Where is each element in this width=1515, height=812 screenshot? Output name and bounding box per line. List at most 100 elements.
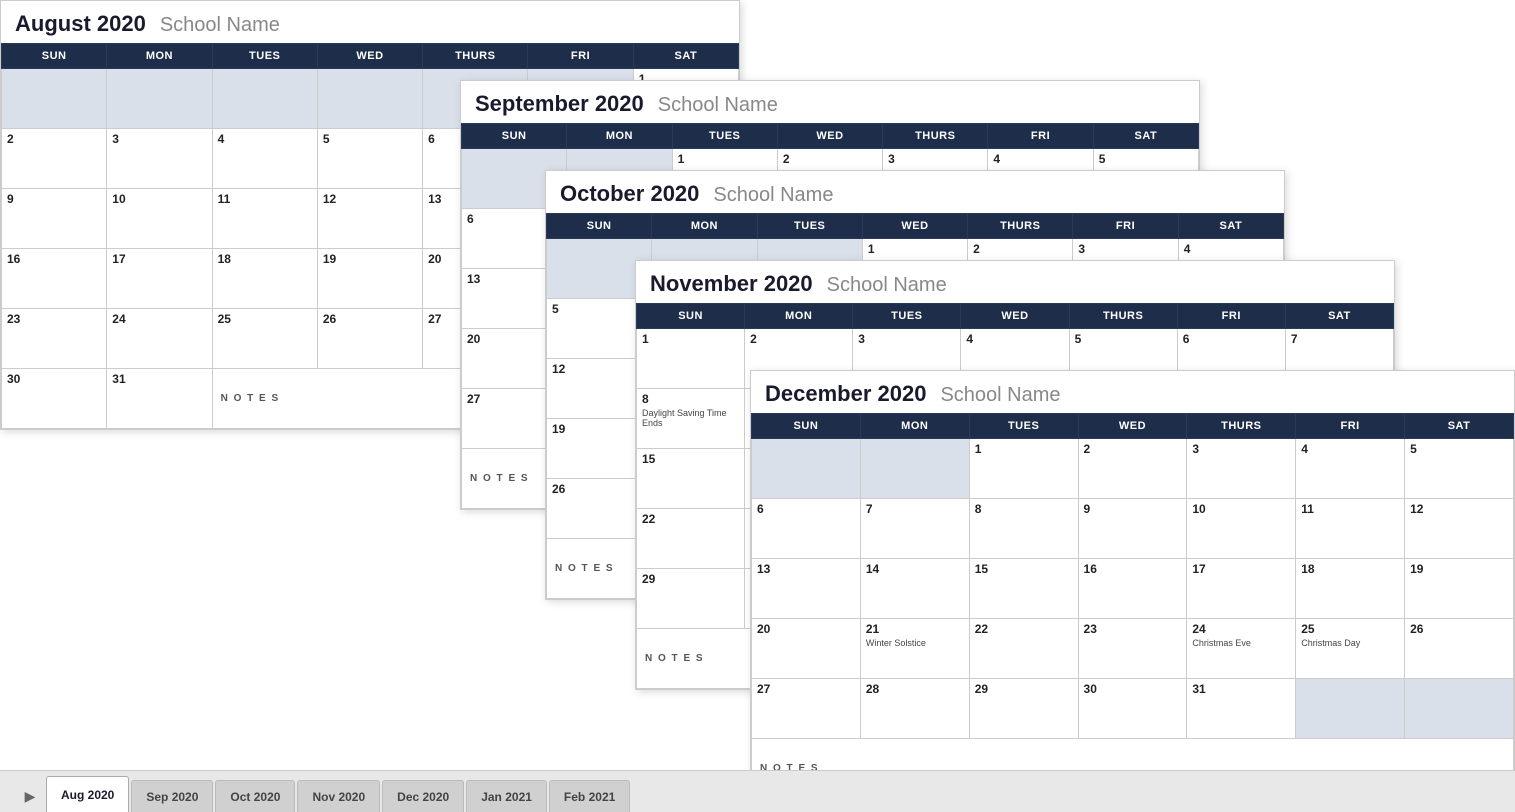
day-header: FRI bbox=[528, 44, 633, 69]
day-header: THURS bbox=[1187, 414, 1296, 439]
calendar-cell: 10 bbox=[107, 189, 212, 249]
day-header: FRI bbox=[988, 124, 1093, 149]
tab-jan2021[interactable]: Jan 2021 bbox=[466, 780, 547, 812]
tab-feb2021[interactable]: Feb 2021 bbox=[549, 780, 630, 812]
calendar-cell: 3 bbox=[1187, 439, 1296, 499]
tab-oct2020[interactable]: Oct 2020 bbox=[215, 780, 295, 812]
calendar-cell: 29 bbox=[637, 569, 745, 629]
calendar-september-title: September 2020 bbox=[475, 91, 644, 117]
calendar-cell: 21Winter Solstice bbox=[860, 619, 969, 679]
day-header: MON bbox=[652, 214, 757, 239]
calendar-cell: 27 bbox=[752, 679, 861, 739]
calendar-cell bbox=[317, 69, 422, 129]
tab-sep2020[interactable]: Sep 2020 bbox=[131, 780, 213, 812]
day-header: MON bbox=[745, 304, 853, 329]
calendar-cell: 25Christmas Day bbox=[1296, 619, 1405, 679]
calendar-cell: 17 bbox=[107, 249, 212, 309]
calendar-cell: 8Daylight Saving Time Ends bbox=[637, 389, 745, 449]
day-header: SUN bbox=[462, 124, 567, 149]
calendar-cell: 23 bbox=[1078, 619, 1187, 679]
day-header: WED bbox=[862, 214, 967, 239]
day-header: TUES bbox=[853, 304, 961, 329]
day-header: SUN bbox=[547, 214, 652, 239]
calendar-cell: 23 bbox=[2, 309, 107, 369]
calendar-cell: 12 bbox=[317, 189, 422, 249]
tab-bar: ▶ Aug 2020Sep 2020Oct 2020Nov 2020Dec 20… bbox=[0, 770, 1515, 812]
calendar-october-school: School Name bbox=[713, 184, 833, 207]
calendar-december-title: December 2020 bbox=[765, 381, 926, 407]
calendar-cell: 5 bbox=[317, 129, 422, 189]
day-header: THURS bbox=[423, 44, 528, 69]
calendar-cell: 31 bbox=[107, 369, 212, 429]
calendar-october-title: October 2020 bbox=[560, 181, 699, 207]
calendar-cell: 15 bbox=[969, 559, 1078, 619]
calendar-cell: 7 bbox=[860, 499, 969, 559]
calendar-cell: 18 bbox=[1296, 559, 1405, 619]
calendar-cell: 1 bbox=[969, 439, 1078, 499]
calendar-december: December 2020School NameSUNMONTUESWEDTHU… bbox=[750, 370, 1515, 770]
day-header: WED bbox=[777, 124, 882, 149]
calendar-november-school: School Name bbox=[827, 274, 947, 297]
calendar-september-school: School Name bbox=[658, 94, 778, 117]
calendar-cell: 2 bbox=[1078, 439, 1187, 499]
calendar-cell: 16 bbox=[1078, 559, 1187, 619]
calendar-august-title: August 2020 bbox=[15, 11, 146, 37]
event-label: Christmas Eve bbox=[1192, 638, 1290, 648]
calendar-cell: 14 bbox=[860, 559, 969, 619]
day-header: MON bbox=[860, 414, 969, 439]
day-header: THURS bbox=[1069, 304, 1177, 329]
calendar-november-title: November 2020 bbox=[650, 271, 813, 297]
tab-nov2020[interactable]: Nov 2020 bbox=[297, 780, 380, 812]
calendar-cell: 12 bbox=[1405, 499, 1514, 559]
calendar-cell: N O T E S bbox=[752, 739, 1514, 771]
day-header: TUES bbox=[757, 214, 862, 239]
day-header: SUN bbox=[752, 414, 861, 439]
calendar-cell: 19 bbox=[1405, 559, 1514, 619]
tab-prev-arrow[interactable]: ▶ bbox=[20, 780, 40, 812]
day-header: MON bbox=[107, 44, 212, 69]
day-header: FRI bbox=[1177, 304, 1285, 329]
calendar-cell: 22 bbox=[969, 619, 1078, 679]
calendar-cell bbox=[1405, 679, 1514, 739]
day-header: FRI bbox=[1296, 414, 1405, 439]
main-area: August 2020School NameSUNMONTUESWEDTHURS… bbox=[0, 0, 1515, 770]
calendar-cell bbox=[860, 439, 969, 499]
calendar-cell: 15 bbox=[637, 449, 745, 509]
calendar-cell: 28 bbox=[860, 679, 969, 739]
day-header: SAT bbox=[1178, 214, 1283, 239]
calendar-cell bbox=[107, 69, 212, 129]
calendar-cell bbox=[1296, 679, 1405, 739]
calendar-cell: 1 bbox=[637, 329, 745, 389]
day-header: MON bbox=[567, 124, 672, 149]
calendar-cell: 3 bbox=[107, 129, 212, 189]
day-header: SAT bbox=[1285, 304, 1393, 329]
calendar-cell: 10 bbox=[1187, 499, 1296, 559]
calendar-december-table: SUNMONTUESWEDTHURSFRISAT1234567891011121… bbox=[751, 413, 1514, 770]
calendar-cell: 5 bbox=[1405, 439, 1514, 499]
tab-dec2020[interactable]: Dec 2020 bbox=[382, 780, 464, 812]
day-header: TUES bbox=[672, 124, 777, 149]
calendar-cell: 30 bbox=[2, 369, 107, 429]
calendar-august-school: School Name bbox=[160, 14, 280, 37]
calendar-cell: 20 bbox=[752, 619, 861, 679]
day-header: SUN bbox=[637, 304, 745, 329]
calendar-cell: 29 bbox=[969, 679, 1078, 739]
day-header: FRI bbox=[1073, 214, 1178, 239]
event-label: Christmas Day bbox=[1301, 638, 1399, 648]
calendar-cell: 9 bbox=[1078, 499, 1187, 559]
event-label: Daylight Saving Time Ends bbox=[642, 408, 739, 428]
day-header: SAT bbox=[633, 44, 738, 69]
calendar-cell: 17 bbox=[1187, 559, 1296, 619]
tab-aug2020[interactable]: Aug 2020 bbox=[46, 776, 129, 812]
day-header: WED bbox=[317, 44, 422, 69]
calendar-cell: 11 bbox=[212, 189, 317, 249]
calendar-cell bbox=[212, 69, 317, 129]
calendar-december-school: School Name bbox=[940, 384, 1060, 407]
day-header: SAT bbox=[1405, 414, 1514, 439]
day-header: TUES bbox=[969, 414, 1078, 439]
calendar-cell: 16 bbox=[2, 249, 107, 309]
calendar-cell bbox=[752, 439, 861, 499]
calendar-cell: 4 bbox=[1296, 439, 1405, 499]
day-header: SAT bbox=[1093, 124, 1198, 149]
calendar-cell: 31 bbox=[1187, 679, 1296, 739]
